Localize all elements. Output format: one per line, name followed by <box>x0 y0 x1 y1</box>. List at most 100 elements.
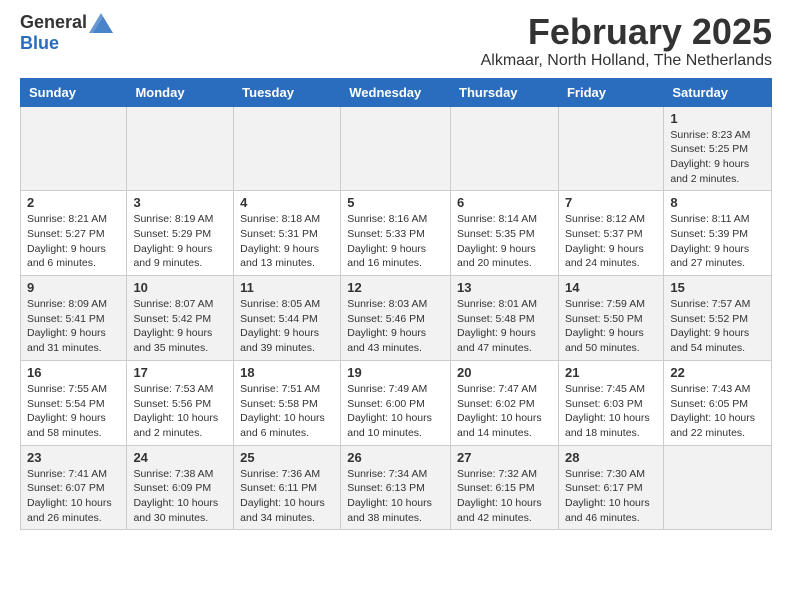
calendar-cell <box>234 106 341 191</box>
day-info: Sunrise: 8:09 AM Sunset: 5:41 PM Dayligh… <box>27 297 120 356</box>
logo-blue-text: Blue <box>20 33 59 54</box>
calendar-cell: 23 Sunrise: 7:41 AM Sunset: 6:07 PM Dayli… <box>21 445 127 530</box>
weekday-header-wednesday: Wednesday <box>341 78 451 106</box>
weekday-header-monday: Monday <box>127 78 234 106</box>
day-number: 19 <box>347 365 444 380</box>
weekday-header-sunday: Sunday <box>21 78 127 106</box>
month-title: February 2025 <box>481 12 772 52</box>
location: Alkmaar, North Holland, The Netherlands <box>481 52 772 70</box>
page-header: General Blue February 2025 Alkmaar, Nort… <box>0 0 792 78</box>
day-number: 12 <box>347 280 444 295</box>
day-info: Sunrise: 7:51 AM Sunset: 5:58 PM Dayligh… <box>240 382 334 441</box>
day-number: 18 <box>240 365 334 380</box>
day-number: 10 <box>133 280 227 295</box>
calendar-week-row: 2 Sunrise: 8:21 AM Sunset: 5:27 PM Daylig… <box>21 191 772 276</box>
day-info: Sunrise: 7:30 AM Sunset: 6:17 PM Dayligh… <box>565 467 657 526</box>
day-number: 14 <box>565 280 657 295</box>
day-info: Sunrise: 7:57 AM Sunset: 5:52 PM Dayligh… <box>670 297 765 356</box>
day-info: Sunrise: 7:49 AM Sunset: 6:00 PM Dayligh… <box>347 382 444 441</box>
day-info: Sunrise: 8:16 AM Sunset: 5:33 PM Dayligh… <box>347 212 444 271</box>
logo-icon <box>89 13 113 33</box>
day-info: Sunrise: 8:19 AM Sunset: 5:29 PM Dayligh… <box>133 212 227 271</box>
weekday-header-tuesday: Tuesday <box>234 78 341 106</box>
day-number: 28 <box>565 450 657 465</box>
day-number: 5 <box>347 195 444 210</box>
day-info: Sunrise: 7:55 AM Sunset: 5:54 PM Dayligh… <box>27 382 120 441</box>
calendar-cell: 17Sunrise: 7:53 AM Sunset: 5:56 PM Dayli… <box>127 360 234 445</box>
calendar-cell: 7 Sunrise: 8:12 AM Sunset: 5:37 PM Daylig… <box>558 191 663 276</box>
day-number: 3 <box>133 195 227 210</box>
calendar-cell: 14 Sunrise: 7:59 AM Sunset: 5:50 PM Dayli… <box>558 276 663 361</box>
calendar-cell <box>341 106 451 191</box>
day-info: Sunrise: 8:21 AM Sunset: 5:27 PM Dayligh… <box>27 212 120 271</box>
calendar-cell: 3 Sunrise: 8:19 AM Sunset: 5:29 PM Daylig… <box>127 191 234 276</box>
day-info: Sunrise: 8:07 AM Sunset: 5:42 PM Dayligh… <box>133 297 227 356</box>
calendar-cell: 9 Sunrise: 8:09 AM Sunset: 5:41 PM Daylig… <box>21 276 127 361</box>
day-info: Sunrise: 7:45 AM Sunset: 6:03 PM Dayligh… <box>565 382 657 441</box>
day-number: 24 <box>133 450 227 465</box>
day-number: 20 <box>457 365 552 380</box>
calendar-table: SundayMondayTuesdayWednesdayThursdayFrid… <box>20 78 772 531</box>
day-info: Sunrise: 7:36 AM Sunset: 6:11 PM Dayligh… <box>240 467 334 526</box>
day-info: Sunrise: 7:32 AM Sunset: 6:15 PM Dayligh… <box>457 467 552 526</box>
day-number: 11 <box>240 280 334 295</box>
calendar-cell: 19 Sunrise: 7:49 AM Sunset: 6:00 PM Dayli… <box>341 360 451 445</box>
day-info: Sunrise: 7:34 AM Sunset: 6:13 PM Dayligh… <box>347 467 444 526</box>
logo: General Blue <box>20 12 113 54</box>
day-info: Sunrise: 7:43 AM Sunset: 6:05 PM Dayligh… <box>670 382 765 441</box>
day-info: Sunrise: 8:12 AM Sunset: 5:37 PM Dayligh… <box>565 212 657 271</box>
calendar-cell: 4 Sunrise: 8:18 AM Sunset: 5:31 PM Daylig… <box>234 191 341 276</box>
day-info: Sunrise: 7:38 AM Sunset: 6:09 PM Dayligh… <box>133 467 227 526</box>
calendar-cell <box>664 445 772 530</box>
weekday-header-friday: Friday <box>558 78 663 106</box>
title-section: February 2025 Alkmaar, North Holland, Th… <box>481 12 772 70</box>
day-number: 2 <box>27 195 120 210</box>
day-number: 9 <box>27 280 120 295</box>
calendar-cell <box>558 106 663 191</box>
calendar-week-row: 9 Sunrise: 8:09 AM Sunset: 5:41 PM Daylig… <box>21 276 772 361</box>
calendar-cell: 20 Sunrise: 7:47 AM Sunset: 6:02 PM Dayli… <box>451 360 559 445</box>
calendar-cell: 5 Sunrise: 8:16 AM Sunset: 5:33 PM Daylig… <box>341 191 451 276</box>
calendar-cell: 13 Sunrise: 8:01 AM Sunset: 5:48 PM Dayli… <box>451 276 559 361</box>
calendar-week-row: 16 Sunrise: 7:55 AM Sunset: 5:54 PM Dayli… <box>21 360 772 445</box>
day-number: 7 <box>565 195 657 210</box>
day-number: 26 <box>347 450 444 465</box>
day-number: 23 <box>27 450 120 465</box>
day-info: Sunrise: 8:01 AM Sunset: 5:48 PM Dayligh… <box>457 297 552 356</box>
day-info: Sunrise: 8:18 AM Sunset: 5:31 PM Dayligh… <box>240 212 334 271</box>
day-number: 15 <box>670 280 765 295</box>
weekday-header-thursday: Thursday <box>451 78 559 106</box>
day-number: 1 <box>670 111 765 126</box>
logo-general-text: General <box>20 12 87 33</box>
calendar-cell <box>127 106 234 191</box>
calendar-cell: 6 Sunrise: 8:14 AM Sunset: 5:35 PM Daylig… <box>451 191 559 276</box>
day-number: 8 <box>670 195 765 210</box>
day-info: Sunrise: 7:59 AM Sunset: 5:50 PM Dayligh… <box>565 297 657 356</box>
calendar-cell: 2 Sunrise: 8:21 AM Sunset: 5:27 PM Daylig… <box>21 191 127 276</box>
calendar-cell: 10 Sunrise: 8:07 AM Sunset: 5:42 PM Dayli… <box>127 276 234 361</box>
calendar-cell: 12 Sunrise: 8:03 AM Sunset: 5:46 PM Dayli… <box>341 276 451 361</box>
day-number: 25 <box>240 450 334 465</box>
calendar-cell: 27Sunrise: 7:32 AM Sunset: 6:15 PM Dayli… <box>451 445 559 530</box>
calendar-cell: 11 Sunrise: 8:05 AM Sunset: 5:44 PM Dayli… <box>234 276 341 361</box>
weekday-header-saturday: Saturday <box>664 78 772 106</box>
day-number: 13 <box>457 280 552 295</box>
day-info: Sunrise: 8:23 AM Sunset: 5:25 PM Dayligh… <box>670 128 765 187</box>
day-info: Sunrise: 7:47 AM Sunset: 6:02 PM Dayligh… <box>457 382 552 441</box>
calendar-cell <box>21 106 127 191</box>
calendar-week-row: 23 Sunrise: 7:41 AM Sunset: 6:07 PM Dayli… <box>21 445 772 530</box>
calendar-cell: 24 Sunrise: 7:38 AM Sunset: 6:09 PM Dayli… <box>127 445 234 530</box>
day-info: Sunrise: 8:14 AM Sunset: 5:35 PM Dayligh… <box>457 212 552 271</box>
calendar-cell: 16 Sunrise: 7:55 AM Sunset: 5:54 PM Dayli… <box>21 360 127 445</box>
day-number: 16 <box>27 365 120 380</box>
day-number: 6 <box>457 195 552 210</box>
day-info: Sunrise: 8:03 AM Sunset: 5:46 PM Dayligh… <box>347 297 444 356</box>
day-info: Sunrise: 7:53 AM Sunset: 5:56 PM Dayligh… <box>133 382 227 441</box>
calendar-cell: 26 Sunrise: 7:34 AM Sunset: 6:13 PM Dayli… <box>341 445 451 530</box>
calendar-cell: 22Sunrise: 7:43 AM Sunset: 6:05 PM Dayli… <box>664 360 772 445</box>
day-number: 4 <box>240 195 334 210</box>
calendar-cell: 1 Sunrise: 8:23 AM Sunset: 5:25 PM Daylig… <box>664 106 772 191</box>
day-info: Sunrise: 7:41 AM Sunset: 6:07 PM Dayligh… <box>27 467 120 526</box>
day-info: Sunrise: 8:05 AM Sunset: 5:44 PM Dayligh… <box>240 297 334 356</box>
weekday-header-row: SundayMondayTuesdayWednesdayThursdayFrid… <box>21 78 772 106</box>
